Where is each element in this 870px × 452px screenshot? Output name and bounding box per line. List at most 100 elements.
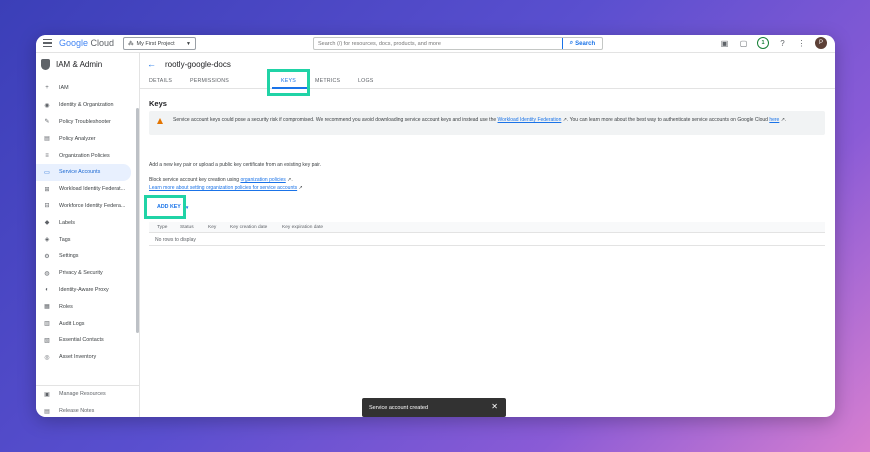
cloud-shell-icon[interactable]: ▢ xyxy=(738,38,749,49)
sidebar-item-release-notes[interactable]: ▤ Release Notes xyxy=(36,403,139,417)
sidebar-item-label: Labels xyxy=(59,219,75,226)
menu-icon[interactable] xyxy=(43,39,52,48)
sidebar-item-label: Tags xyxy=(59,236,71,243)
avatar[interactable]: P xyxy=(815,37,827,49)
gear-icon: ⚙ xyxy=(44,253,50,260)
external-link-icon: ↗ xyxy=(297,185,303,191)
title-row: ← rootly-google-docs xyxy=(147,59,231,69)
keys-table-header: Type Status Key Key creation date Key ex… xyxy=(149,222,825,233)
warning-text-before: Service account keys could pose a securi… xyxy=(173,117,498,123)
sidebar-item-identity-aware-proxy[interactable]: ◐ Identity-Aware Proxy xyxy=(36,282,139,299)
sidebar-item-identity-organization[interactable]: ◉ Identity & Organization xyxy=(36,97,139,114)
sidebar-item-policy-analyzer[interactable]: ▤ Policy Analyzer xyxy=(36,130,139,147)
warning-icon xyxy=(157,118,163,124)
inventory-icon: ◎ xyxy=(44,354,50,361)
snackbar-text: Service account created xyxy=(369,404,429,411)
close-icon[interactable]: ✕ xyxy=(491,402,498,411)
sidebar-item-privacy-security[interactable]: ◍ Privacy & Security xyxy=(36,265,139,282)
tab-permissions[interactable]: PERMISSIONS xyxy=(190,78,229,84)
logo-google-text: Google xyxy=(59,38,89,48)
tab-details[interactable]: DETAILS xyxy=(149,78,172,84)
empty-table-message: No rows to display xyxy=(155,237,196,243)
sidebar-item-label: Workload Identity Federat... xyxy=(59,186,126,193)
main-content: ← rootly-google-docs DETAILS PERMISSIONS… xyxy=(140,53,835,417)
sidebar-item-iam[interactable]: + IAM xyxy=(36,80,139,97)
sidebar-item-label: Policy Analyzer xyxy=(59,135,96,142)
sidebar-item-label: Essential Contacts xyxy=(59,337,104,344)
col-status[interactable]: Status xyxy=(180,225,194,230)
label-icon: ◆ xyxy=(44,220,50,227)
warning-text-mid: . You can learn more about the best way … xyxy=(566,117,770,123)
sidebar-item-label: Audit Logs xyxy=(59,320,85,327)
google-cloud-logo[interactable]: Google Cloud xyxy=(59,38,114,48)
learn-more-row: Learn more about setting organization po… xyxy=(149,185,303,191)
logo-cloud-text: Cloud xyxy=(88,38,115,48)
warning-text-after: . xyxy=(784,117,787,123)
person-add-icon: + xyxy=(45,85,49,92)
col-type[interactable]: Type xyxy=(157,225,167,230)
folder-icon: ▣ xyxy=(44,391,50,398)
shield-icon: ◍ xyxy=(44,270,50,277)
table-divider xyxy=(149,245,825,246)
sidebar-item-audit-logs[interactable]: ▥ Audit Logs xyxy=(36,315,139,332)
sidebar-item-label: Manage Resources xyxy=(59,391,106,398)
block-key-text: Block service account key creation using… xyxy=(149,177,293,183)
help-icon[interactable]: ? xyxy=(777,38,788,49)
sidebar-item-label: Policy Troubleshooter xyxy=(59,118,111,125)
block-text: Block service account key creation using xyxy=(149,177,241,183)
contacts-icon: ▧ xyxy=(44,337,50,344)
learn-more-link[interactable]: Learn more about setting organization po… xyxy=(149,185,297,191)
section-title: Keys xyxy=(149,99,167,108)
sidebar-item-service-accounts[interactable]: ▭ Service Accounts xyxy=(36,163,131,181)
search-input[interactable] xyxy=(314,38,562,49)
add-key-highlight xyxy=(144,195,186,219)
console-window: Google Cloud ⁂ My First Project ▼ ⌕ Sear… xyxy=(36,35,835,417)
col-key-creation-date[interactable]: Key creation date xyxy=(230,225,267,230)
sidebar-item-label: Release Notes xyxy=(59,408,95,415)
search-box: ⌕ Search xyxy=(313,37,603,50)
back-arrow-icon[interactable]: ← xyxy=(147,59,156,69)
top-icons: ▣ ▢ 1 ? ⋮ P xyxy=(719,37,827,49)
top-bar: Google Cloud ⁂ My First Project ▼ ⌕ Sear… xyxy=(36,35,835,53)
sidebar-item-organization-policies[interactable]: ≡ Organization Policies xyxy=(36,147,139,164)
sidebar-item-label: Roles xyxy=(59,303,73,310)
sidebar-item-manage-resources[interactable]: ▣ Manage Resources xyxy=(36,386,139,403)
roles-icon: ▦ xyxy=(44,304,50,311)
keys-tab-highlight xyxy=(267,69,310,96)
workload-identity-link[interactable]: Workload Identity Federation xyxy=(498,117,562,123)
sidebar-scrollbar[interactable] xyxy=(136,108,139,333)
warning-text: Service account keys could pose a securi… xyxy=(173,116,813,124)
search-button[interactable]: ⌕ Search xyxy=(562,38,602,49)
sidebar-item-labels[interactable]: ◆ Labels xyxy=(36,214,139,231)
document-search-icon: ▤ xyxy=(44,136,50,143)
org-policies-link[interactable]: organization policies xyxy=(240,177,285,183)
sidebar-item-workload-identity-federat[interactable]: ⊞ Workload Identity Federat... xyxy=(36,181,139,198)
project-icon: ⁂ xyxy=(128,40,134,47)
service-account-icon: ▭ xyxy=(44,169,50,176)
page-title: rootly-google-docs xyxy=(165,59,231,69)
sidebar: IAM & Admin + IAM ◉ Identity & Organization… xyxy=(36,53,140,417)
sidebar-item-roles[interactable]: ▦ Roles xyxy=(36,298,139,315)
audit-icon: ▥ xyxy=(44,321,50,328)
here-link[interactable]: here xyxy=(769,117,779,123)
col-key-expiration-date[interactable]: Key expiration date xyxy=(282,225,323,230)
sidebar-item-label: IAM xyxy=(59,85,69,92)
project-picker[interactable]: ⁂ My First Project ▼ xyxy=(123,37,196,50)
list-icon: ≡ xyxy=(45,152,49,159)
sidebar-item-tags[interactable]: ◈ Tags xyxy=(36,231,139,248)
tab-bar: DETAILS PERMISSIONS KEYS METRICS LOGS xyxy=(140,75,835,89)
sidebar-item-settings[interactable]: ⚙ Settings xyxy=(36,248,139,265)
warning-banner: Service account keys could pose a securi… xyxy=(149,111,825,135)
tab-metrics[interactable]: METRICS xyxy=(315,78,340,84)
more-vert-icon[interactable]: ⋮ xyxy=(796,38,807,49)
sidebar-item-workforce-identity-federa[interactable]: ⊟ Workforce Identity Federa... xyxy=(36,198,139,215)
notifications-badge[interactable]: 1 xyxy=(757,37,769,49)
gift-icon[interactable]: ▣ xyxy=(719,38,730,49)
tab-logs[interactable]: LOGS xyxy=(358,78,374,84)
sidebar-item-asset-inventory[interactable]: ◎ Asset Inventory xyxy=(36,349,139,366)
sidebar-item-essential-contacts[interactable]: ▧ Essential Contacts xyxy=(36,332,139,349)
col-key[interactable]: Key xyxy=(208,225,216,230)
sidebar-list: + IAM ◉ Identity & Organization ✎ Policy Trou… xyxy=(36,80,139,366)
sidebar-item-policy-troubleshooter[interactable]: ✎ Policy Troubleshooter xyxy=(36,114,139,131)
search-icon: ⌕ xyxy=(569,40,574,46)
